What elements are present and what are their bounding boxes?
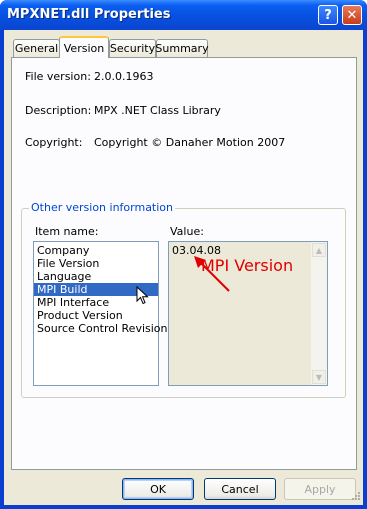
tab-summary[interactable]: Summary — [155, 39, 209, 57]
ok-button[interactable]: OK — [122, 478, 194, 500]
group-legend: Other version information — [29, 201, 176, 214]
mouse-cursor-icon — [136, 286, 149, 305]
description-value: MPX .NET Class Library — [94, 104, 221, 117]
window-title: MPXNET.dll Properties — [7, 7, 171, 22]
title-bar[interactable]: MPXNET.dll Properties ? ✕ — [0, 0, 367, 30]
file-version-value: 2.0.0.1963 — [94, 70, 154, 83]
value-label: Value: — [170, 225, 204, 238]
copyright-label: Copyright: — [25, 136, 83, 149]
value-scrollbar[interactable]: ▲ ▼ — [311, 242, 327, 385]
tab-version[interactable]: Version — [59, 36, 109, 58]
tab-general[interactable]: General — [13, 39, 60, 57]
scroll-up-arrow-icon[interactable]: ▲ — [312, 243, 326, 257]
cancel-button[interactable]: Cancel — [204, 478, 276, 500]
item-name-list[interactable]: Company File Version Language MPI Build … — [33, 241, 168, 386]
help-button[interactable]: ? — [318, 5, 338, 25]
description-label: Description: — [25, 104, 92, 117]
close-icon: ✕ — [346, 7, 358, 23]
dialog-client-area: General Version Security Summary File ve… — [4, 30, 363, 505]
help-icon: ? — [324, 7, 332, 23]
close-button[interactable]: ✕ — [342, 5, 362, 25]
list-item[interactable]: Language — [34, 270, 158, 283]
list-item[interactable]: Company — [34, 244, 158, 257]
copyright-value: Copyright © Danaher Motion 2007 — [94, 136, 286, 149]
list-item[interactable]: Product Version — [34, 309, 158, 322]
apply-button[interactable]: Apply — [284, 478, 356, 500]
resize-grip-icon[interactable] — [349, 491, 361, 503]
file-version-label: File version: — [25, 70, 91, 83]
tab-security[interactable]: Security — [109, 39, 156, 57]
properties-window: MPXNET.dll Properties ? ✕ General Versio… — [0, 0, 367, 509]
list-item[interactable]: File Version — [34, 257, 158, 270]
list-item[interactable]: Source Control Revision — [34, 322, 168, 335]
mpi-version-annotation: MPI Version — [201, 256, 294, 275]
scroll-down-arrow-icon[interactable]: ▼ — [312, 370, 326, 384]
version-tab-panel: File version: 2.0.0.1963 Description: MP… — [11, 57, 357, 470]
item-name-label: Item name: — [35, 225, 99, 238]
